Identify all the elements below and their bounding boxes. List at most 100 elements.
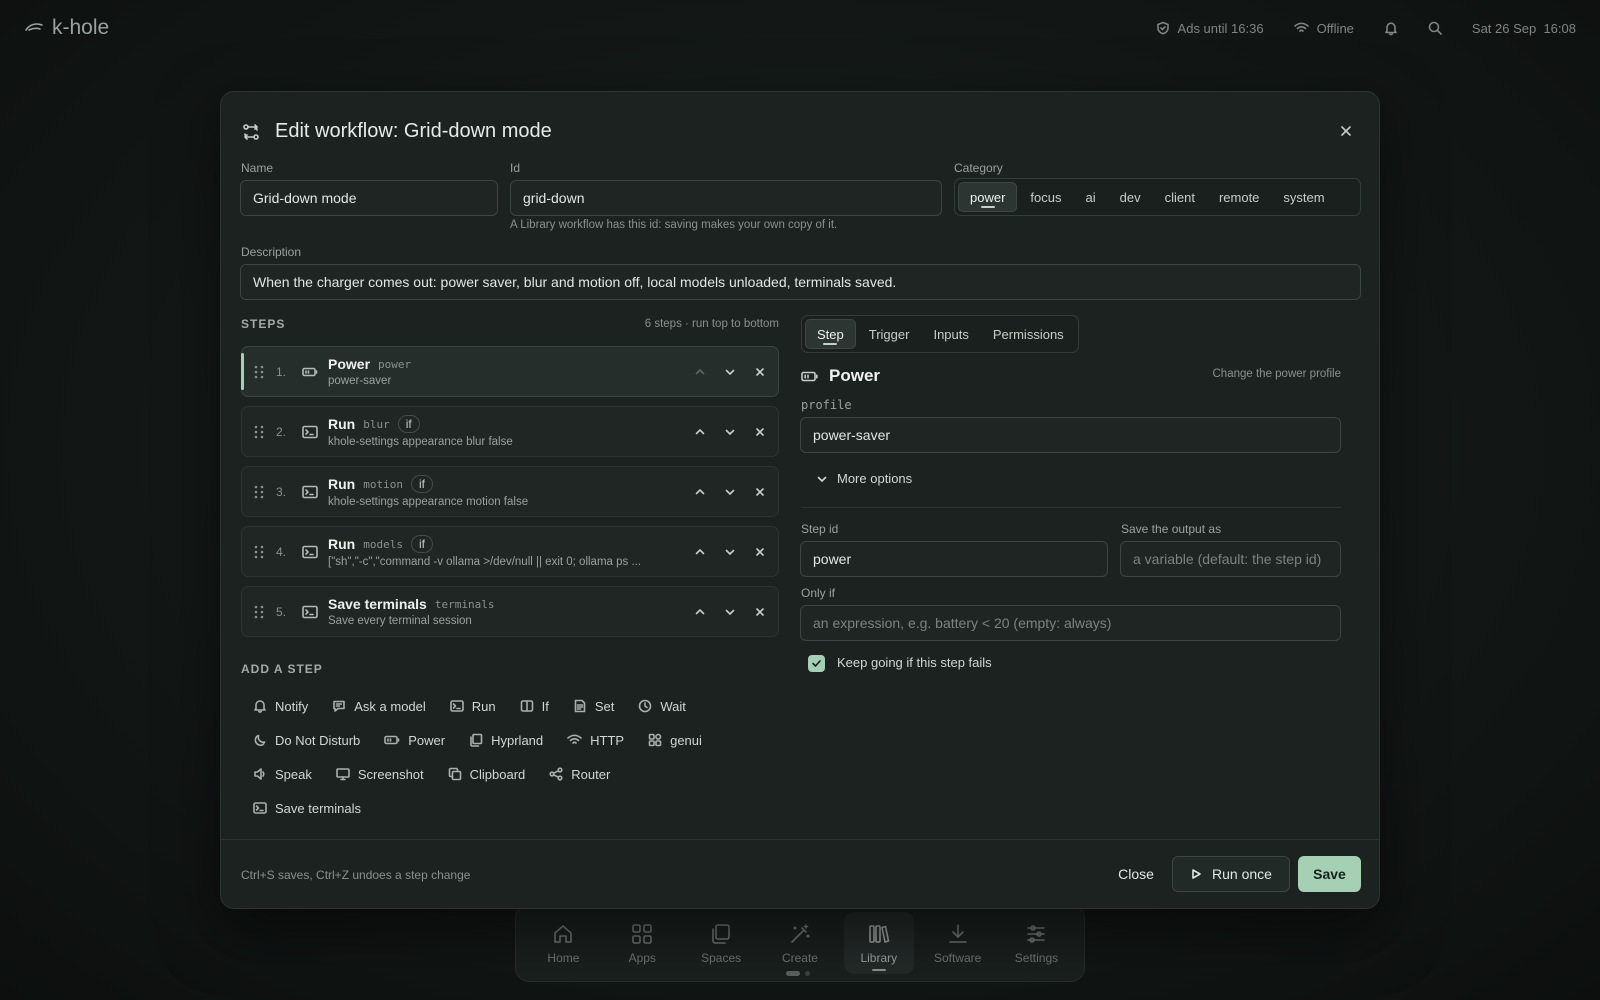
add-if-button[interactable]: If (508, 691, 561, 721)
add-save-terminals-button[interactable]: Save terminals (241, 793, 373, 823)
category-remote[interactable]: remote (1208, 182, 1270, 212)
step-actions (694, 606, 766, 618)
page-dot-active[interactable] (786, 971, 800, 976)
add-genui-button[interactable]: genui (636, 725, 714, 755)
add-run-button[interactable]: Run (438, 691, 508, 721)
remove-step-icon[interactable] (754, 606, 766, 618)
add-router-button[interactable]: Router (537, 759, 622, 789)
step-row-blur[interactable]: 2. Run blur if khole-settings appearance… (241, 406, 779, 457)
add-notify-button[interactable]: Notify (241, 691, 320, 721)
dock-item-settings[interactable]: Settings (1001, 912, 1071, 974)
add-label: genui (670, 732, 702, 748)
save-button[interactable]: Save (1298, 856, 1361, 892)
add-label: Ask a model (354, 698, 426, 714)
remove-step-icon[interactable] (754, 426, 766, 438)
add-set-button[interactable]: Set (561, 691, 627, 721)
page-dot[interactable] (805, 971, 810, 976)
tab-permissions[interactable]: Permissions (982, 319, 1075, 349)
category-power[interactable]: power (958, 182, 1018, 212)
dock-page-indicator[interactable] (786, 971, 810, 976)
move-up-icon[interactable] (694, 366, 706, 378)
add-label: Clipboard (469, 766, 526, 782)
network-status[interactable]: Offline (1293, 21, 1354, 36)
dock-item-create[interactable]: Create (765, 912, 835, 974)
tab-step[interactable]: Step (805, 319, 856, 349)
add-hyprland-button[interactable]: Hyprland (457, 725, 555, 755)
dock-label: Create (781, 950, 818, 965)
add-screenshot-button[interactable]: Screenshot (324, 759, 436, 789)
remove-step-icon[interactable] (754, 546, 766, 558)
move-down-icon[interactable] (724, 366, 736, 378)
drag-handle-icon[interactable] (254, 545, 268, 559)
move-down-icon[interactable] (724, 546, 736, 558)
dock-item-library[interactable]: Library (843, 912, 914, 974)
move-up-icon[interactable] (694, 426, 706, 438)
step-id-input[interactable]: power (800, 541, 1108, 577)
close-icon[interactable] (1335, 120, 1357, 142)
drag-handle-icon[interactable] (254, 605, 268, 619)
dock-item-spaces[interactable]: Spaces (686, 912, 756, 974)
add-ask-model-button[interactable]: Ask a model (320, 691, 438, 721)
remove-step-icon[interactable] (754, 366, 766, 378)
step-row-power[interactable]: 1. Power power power-saver (241, 346, 779, 397)
run-once-button[interactable]: Run once (1172, 856, 1290, 892)
more-options-toggle[interactable]: More options (816, 471, 912, 486)
dock-item-apps[interactable]: Apps (607, 912, 677, 974)
category-focus[interactable]: focus (1019, 182, 1072, 212)
name-input[interactable]: Grid-down mode (240, 180, 498, 216)
ads-status[interactable]: Ads until 16:36 (1156, 21, 1264, 36)
move-down-icon[interactable] (724, 426, 736, 438)
apps-icon (630, 922, 654, 946)
keep-going-checkbox[interactable] (808, 655, 825, 672)
add-do-not-disturb-button[interactable]: Do Not Disturb (241, 725, 372, 755)
add-label: Screenshot (357, 766, 424, 782)
tab-trigger[interactable]: Trigger (858, 319, 921, 349)
move-down-icon[interactable] (724, 606, 736, 618)
footer-divider (221, 839, 1379, 840)
move-down-icon[interactable] (724, 486, 736, 498)
id-input[interactable]: grid-down (510, 180, 942, 216)
step-number: 3. (276, 484, 287, 499)
edit-workflow-dialog: Edit workflow: Grid-down mode Name Grid-… (220, 91, 1380, 909)
add-power-button[interactable]: Power (372, 725, 457, 755)
terminal-icon (302, 425, 320, 439)
step-row-motion[interactable]: 3. Run motion if khole-settings appearan… (241, 466, 779, 517)
step-id: models (363, 537, 403, 551)
add-speak-button[interactable]: Speak (241, 759, 324, 789)
category-client[interactable]: client (1154, 182, 1206, 212)
drag-handle-icon[interactable] (254, 365, 268, 379)
spaces-icon (709, 922, 733, 946)
terminal-icon (253, 801, 267, 815)
app-logo[interactable]: k-hole (24, 16, 109, 40)
save-output-label: Save the output as (1121, 522, 1222, 536)
close-button[interactable]: Close (1099, 856, 1173, 892)
create-icon (788, 922, 812, 946)
step-row-models[interactable]: 4. Run models if ["sh","-c","command -v … (241, 526, 779, 577)
remove-step-icon[interactable] (754, 486, 766, 498)
add-wait-button[interactable]: Wait (626, 691, 698, 721)
bell-icon[interactable] (1384, 21, 1398, 36)
category-system[interactable]: system (1272, 182, 1335, 212)
add-label: If (541, 698, 549, 714)
step-row-terminals[interactable]: 5. Save terminals terminals Save every t… (241, 586, 779, 637)
drag-handle-icon[interactable] (254, 485, 268, 499)
tab-inputs[interactable]: Inputs (922, 319, 979, 349)
category-ai[interactable]: ai (1075, 182, 1107, 212)
drag-handle-icon[interactable] (254, 425, 268, 439)
only-if-input[interactable]: an expression, e.g. battery < 20 (empty:… (800, 605, 1341, 641)
step-summary: Save every terminal session (328, 615, 472, 627)
profile-input[interactable]: power-saver (800, 417, 1341, 453)
save-output-input[interactable]: a variable (default: the step id) (1120, 541, 1341, 577)
dock-item-software[interactable]: Software (923, 912, 993, 974)
dock-item-home[interactable]: Home (528, 912, 598, 974)
move-up-icon[interactable] (694, 486, 706, 498)
clock-icon (638, 699, 652, 713)
move-up-icon[interactable] (694, 546, 706, 558)
add-http-button[interactable]: HTTP (555, 725, 636, 755)
category-dev[interactable]: dev (1109, 182, 1152, 212)
move-up-icon[interactable] (694, 606, 706, 618)
add-clipboard-button[interactable]: Clipboard (436, 759, 538, 789)
description-input[interactable]: When the charger comes out: power saver,… (240, 264, 1361, 300)
search-icon[interactable] (1428, 21, 1442, 35)
condition-badge: if (397, 415, 420, 433)
